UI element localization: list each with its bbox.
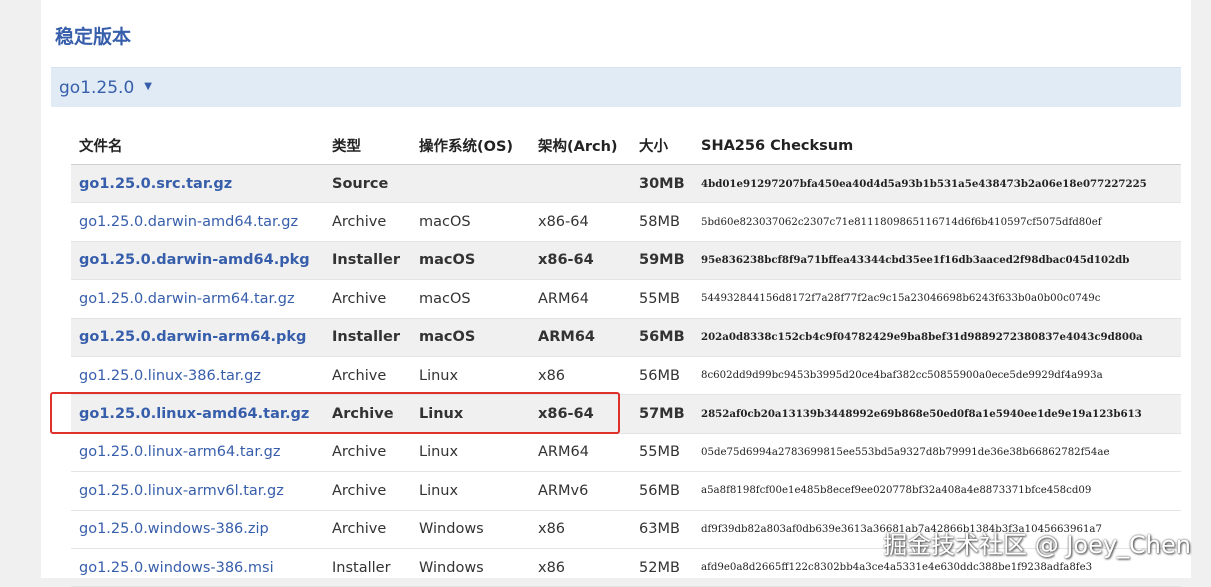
watermark: 掘金技术社区 @ Joey_Chen: [883, 531, 1191, 559]
file-cell: go1.25.0.linux-386.tar.gz: [71, 368, 332, 384]
size-cell: 63MB: [639, 521, 680, 538]
os-cell: macOS: [419, 214, 471, 231]
header-file: 文件名: [79, 139, 123, 155]
file-cell: go1.25.0.src.tar.gz: [71, 176, 332, 192]
checksum-cell: a5a8f8198fcf00e1e485b8ecef9ee020778bf32a…: [701, 485, 1092, 497]
arch-cell: x86-64: [538, 214, 589, 231]
checksum-cell: 95e836238bcf8f9a71bffea43344cbd35ee1f16d…: [701, 254, 1130, 267]
header-type: 类型: [332, 139, 361, 155]
os-cell: macOS: [419, 290, 471, 307]
os-cell: macOS: [419, 329, 476, 346]
arch-cell: ARM64: [538, 444, 589, 461]
download-link[interactable]: go1.25.0.linux-386.tar.gz: [79, 368, 261, 384]
table-row: go1.25.0.src.tar.gz Source 30MB 4bd01e91297…: [71, 165, 1181, 204]
download-link[interactable]: go1.25.0.darwin-arm64.pkg: [79, 329, 306, 345]
checksum-cell: 2852af0cb20a13139b3448992e69b868e50ed0f8…: [701, 408, 1142, 421]
type-cell: Archive: [332, 214, 387, 231]
header-sha: SHA256 Checksum: [701, 137, 854, 154]
download-link[interactable]: go1.25.0.darwin-amd64.tar.gz: [79, 214, 298, 230]
size-cell: 52MB: [639, 559, 680, 576]
download-link[interactable]: go1.25.0.src.tar.gz: [79, 176, 232, 192]
file-cell: go1.25.0.windows-386.zip: [71, 521, 332, 537]
downloads-page: 稳定版本 go1.25.0 ▼ 文件名 类型 操作系统(OS) 架构(Arch)…: [41, 0, 1191, 587]
os-cell: Linux: [419, 444, 459, 461]
version-toggle[interactable]: go1.25.0 ▼: [51, 67, 1181, 107]
arch-cell: ARM64: [538, 329, 595, 346]
download-link[interactable]: go1.25.0.darwin-amd64.pkg: [79, 252, 310, 268]
download-link[interactable]: go1.25.0.linux-arm64.tar.gz: [79, 444, 280, 460]
arch-cell: x86-64: [538, 252, 594, 269]
table-row: go1.25.0.darwin-arm64.tar.gz Archive macOS…: [71, 280, 1181, 319]
os-cell: Linux: [419, 406, 464, 423]
table-row: go1.25.0.linux-amd64.tar.gz Archive Linux x…: [71, 395, 1181, 434]
size-cell: 56MB: [639, 482, 680, 499]
os-cell: Windows: [419, 521, 484, 538]
type-cell: Archive: [332, 521, 387, 538]
file-cell: go1.25.0.linux-armv6l.tar.gz: [71, 483, 332, 499]
download-link[interactable]: go1.25.0.darwin-arm64.tar.gz: [79, 291, 295, 307]
checksum-cell: 544932844156d8172f7a28f77f2ac9c15a230466…: [701, 293, 1101, 305]
size-cell: 56MB: [639, 329, 685, 346]
size-cell: 55MB: [639, 444, 680, 461]
type-cell: Archive: [332, 367, 387, 384]
header-size: 大小: [639, 139, 668, 155]
download-link[interactable]: go1.25.0.windows-386.zip: [79, 521, 269, 537]
download-link[interactable]: go1.25.0.linux-amd64.tar.gz: [79, 406, 309, 422]
os-cell: Linux: [419, 367, 459, 384]
arch-cell: x86-64: [538, 406, 594, 423]
file-cell: go1.25.0.darwin-arm64.tar.gz: [71, 291, 332, 307]
type-cell: Archive: [332, 290, 387, 307]
os-cell: macOS: [419, 252, 476, 269]
arch-cell: ARMv6: [538, 482, 589, 499]
file-cell: go1.25.0.darwin-arm64.pkg: [71, 329, 332, 345]
type-cell: Archive: [332, 444, 387, 461]
type-cell: Installer: [332, 559, 391, 576]
table-header: 文件名 类型 操作系统(OS) 架构(Arch) 大小 SHA256 Check…: [71, 127, 1181, 165]
table-row: go1.25.0.linux-arm64.tar.gz Archive Linux A…: [71, 434, 1181, 473]
checksum-cell: 8c602dd9d99bc9453b3995d20ce4baf382cc5085…: [701, 370, 1103, 382]
size-cell: 59MB: [639, 252, 685, 269]
checksum-cell: 5bd60e823037062c2307c71e8111809865116714…: [701, 216, 1102, 228]
file-cell: go1.25.0.windows-386.msi: [71, 560, 332, 576]
checksum-cell: afd9e0a8d2665ff122c8302bb4a3ce4a5331e4e6…: [701, 562, 1093, 574]
arch-cell: ARM64: [538, 290, 589, 307]
os-cell: Linux: [419, 482, 459, 499]
header-arch: 架构(Arch): [538, 139, 618, 155]
downloads-table: 文件名 类型 操作系统(OS) 架构(Arch) 大小 SHA256 Check…: [71, 127, 1181, 587]
caret-down-icon: ▼: [144, 81, 152, 92]
file-cell: go1.25.0.darwin-amd64.pkg: [71, 252, 332, 268]
table-body: go1.25.0.src.tar.gz Source 30MB 4bd01e91297…: [71, 165, 1181, 587]
checksum-cell: 05de75d6994a2783699815ee553bd5a9327d8b79…: [701, 446, 1110, 458]
file-cell: go1.25.0.darwin-amd64.tar.gz: [71, 214, 332, 230]
arch-cell: x86: [538, 559, 566, 576]
table-row: go1.25.0.darwin-arm64.pkg Installer macOS A…: [71, 318, 1181, 357]
table-row: go1.25.0.darwin-amd64.pkg Installer macOS x…: [71, 241, 1181, 281]
checksum-cell: 4bd01e91297207bfa450ea40d4d5a93b1b531a5e…: [701, 177, 1147, 190]
file-cell: go1.25.0.linux-amd64.tar.gz: [71, 406, 332, 422]
size-cell: 57MB: [639, 406, 685, 423]
size-cell: 55MB: [639, 290, 680, 307]
header-os: 操作系统(OS): [419, 139, 514, 155]
download-link[interactable]: go1.25.0.linux-armv6l.tar.gz: [79, 483, 284, 499]
version-label: go1.25.0: [59, 77, 135, 98]
type-cell: Installer: [332, 329, 400, 346]
section-title: 稳定版本: [55, 26, 132, 48]
file-cell: go1.25.0.linux-arm64.tar.gz: [71, 444, 332, 460]
size-cell: 30MB: [639, 175, 685, 192]
arch-cell: x86: [538, 367, 566, 384]
type-cell: Installer: [332, 252, 400, 269]
os-cell: Windows: [419, 559, 484, 576]
type-cell: Archive: [332, 482, 387, 499]
download-link[interactable]: go1.25.0.windows-386.msi: [79, 560, 274, 576]
type-cell: Source: [332, 175, 389, 192]
table-row: go1.25.0.linux-armv6l.tar.gz Archive Linux…: [71, 472, 1181, 511]
checksum-cell: 202a0d8338c152cb4c9f04782429e9ba8bef31d9…: [701, 331, 1143, 344]
table-row: go1.25.0.linux-386.tar.gz Archive Linux x86…: [71, 357, 1181, 396]
table-row: go1.25.0.darwin-amd64.tar.gz Archive macOS…: [71, 203, 1181, 242]
size-cell: 58MB: [639, 214, 680, 231]
type-cell: Archive: [332, 406, 394, 423]
arch-cell: x86: [538, 521, 566, 538]
size-cell: 56MB: [639, 367, 680, 384]
